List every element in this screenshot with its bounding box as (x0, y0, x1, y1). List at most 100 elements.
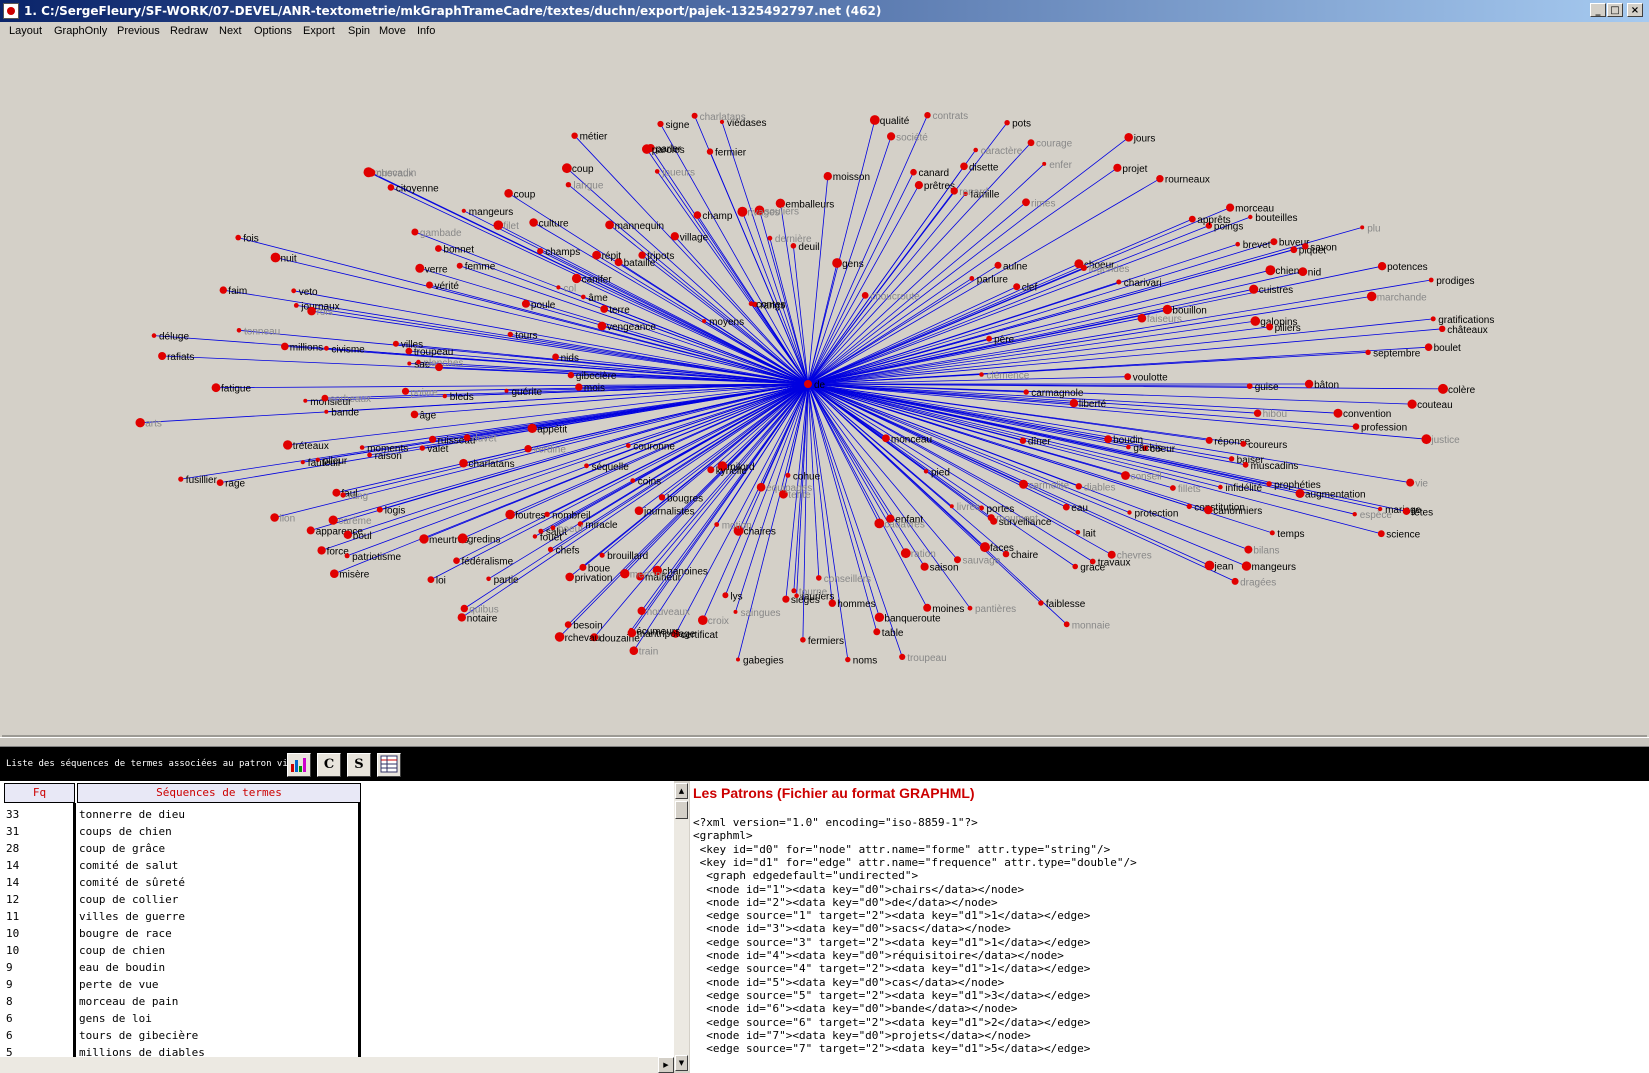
maximize-button[interactable]: □ (1607, 3, 1623, 17)
close-button[interactable]: × (1627, 3, 1643, 17)
table-row[interactable]: 12 coup de collier (0, 892, 360, 909)
graph-node (1069, 399, 1079, 408)
node-label: profession (1361, 423, 1407, 434)
table-row[interactable]: 14 comité de salut (0, 858, 360, 875)
node-label: quibus (469, 605, 498, 616)
scroll-up-arrow[interactable]: ▲ (675, 783, 688, 799)
graph-node (1377, 262, 1387, 271)
table-row[interactable]: 9 eau de boudin (0, 960, 360, 977)
network-graph[interactable]: tourspileurpoingscertificatprophétiestri… (2, 42, 1647, 735)
menu-export[interactable]: Export (303, 25, 335, 37)
node-label: liberté (1079, 399, 1107, 410)
center-node-label: de (814, 380, 826, 391)
graph-node (1137, 313, 1147, 323)
table-row[interactable]: 10 bougre de race (0, 926, 360, 943)
graph-node (524, 445, 532, 453)
graph-node (529, 218, 538, 227)
table-row[interactable]: 9 perte de vue (0, 977, 360, 994)
graph-edge (807, 296, 1372, 385)
node-label: pantières (975, 604, 1016, 615)
graph-node (270, 513, 279, 522)
graph-node (620, 569, 630, 579)
table-vertical-scrollbar[interactable]: ▲ ▼ (674, 783, 689, 1071)
node-label: séquelle (592, 462, 630, 473)
scroll-thumb[interactable] (675, 801, 688, 819)
s-button[interactable]: S (347, 753, 371, 777)
graph-edge (807, 263, 1080, 385)
graph-node (654, 169, 660, 174)
node-label: coureurs (1248, 440, 1287, 451)
node-label: espèce (1360, 510, 1393, 521)
row-frequency: 10 (6, 927, 20, 940)
node-label: fermiers (808, 636, 844, 647)
node-label: conseillers (824, 574, 871, 585)
node-label: bataille (624, 258, 656, 269)
node-label: signe (666, 120, 690, 131)
table-row[interactable]: 14 comité de sûreté (0, 875, 360, 892)
graph-node (1270, 238, 1278, 246)
header-sequences[interactable]: Séquences de termes (77, 783, 361, 803)
table-row[interactable]: 11 villes de guerre (0, 909, 360, 926)
graph-node (216, 479, 224, 486)
table-row[interactable]: 31 coups de chien (0, 824, 360, 841)
node-label: charlatans (700, 112, 746, 123)
menu-spin[interactable]: Spin (348, 25, 370, 37)
scroll-down-arrow[interactable]: ▼ (675, 1055, 688, 1071)
graph-node (571, 132, 578, 139)
node-label: projet (1122, 164, 1147, 175)
graph-node (592, 250, 601, 260)
node-label: courage (1036, 139, 1073, 150)
table-row[interactable]: 6 tours de gibecière (0, 1028, 360, 1045)
graph-canvas[interactable]: tours pileur poings certificat prophéties tri… (2, 42, 1647, 737)
node-label: pots (1012, 119, 1031, 130)
chart-icon[interactable] (287, 753, 311, 777)
menu-next[interactable]: Next (219, 25, 242, 37)
menu-previous[interactable]: Previous (117, 25, 160, 37)
node-label: conseil (1131, 472, 1162, 483)
node-label: morceau (1235, 204, 1274, 215)
node-label: piliers (1275, 323, 1301, 334)
graph-node (281, 342, 289, 351)
menu-move[interactable]: Move (379, 25, 406, 37)
graph-node (1421, 434, 1432, 445)
graph-node (581, 294, 586, 300)
table-row[interactable]: 33 tonnerre de dieu (0, 807, 360, 824)
minimize-button[interactable]: _ (1590, 3, 1606, 17)
menu-layout[interactable]: Layout (9, 25, 42, 37)
graph-node (1204, 505, 1213, 515)
graph-node (707, 466, 715, 474)
node-label: coins (638, 477, 661, 488)
table-row[interactable]: 6 gens de loi (0, 1011, 360, 1028)
node-label: pied (931, 467, 950, 478)
header-fq[interactable]: Fq (4, 783, 75, 803)
splitter[interactable] (0, 737, 1649, 747)
graph-node (832, 258, 842, 268)
table-row[interactable]: 10 coup de chien (0, 943, 360, 960)
menu-options[interactable]: Options (254, 25, 292, 37)
node-label: moument (996, 514, 1038, 525)
graph-node (303, 398, 308, 403)
graphml-line: <graph edgedefault="undirected"> (693, 869, 919, 883)
node-label: bande (331, 408, 359, 419)
menu-graphonly[interactable]: GraphOnly (54, 25, 107, 37)
graph-node (507, 331, 513, 338)
grid-icon[interactable] (377, 753, 401, 777)
table-horizontal-scrollbar[interactable]: ▶ (0, 1057, 674, 1073)
menu-redraw[interactable]: Redraw (170, 25, 208, 37)
table-row[interactable]: 28 coup de grâce (0, 841, 360, 858)
graph-node (785, 472, 791, 478)
graph-node (457, 613, 466, 622)
c-button[interactable]: C (317, 753, 341, 777)
graph-node (1240, 440, 1247, 447)
menu-info[interactable]: Info (417, 25, 435, 37)
graph-node (538, 528, 544, 534)
graph-node (1228, 456, 1235, 462)
row-sequence: gens de loi (79, 1012, 152, 1025)
graph-node (435, 245, 442, 252)
node-label: faces (990, 543, 1014, 554)
graph-node (306, 526, 315, 535)
table-row[interactable]: 8 morceau de pain (0, 994, 360, 1011)
scroll-right-arrow[interactable]: ▶ (658, 1057, 674, 1073)
graph-node (411, 228, 419, 236)
node-label: canard (919, 168, 950, 179)
